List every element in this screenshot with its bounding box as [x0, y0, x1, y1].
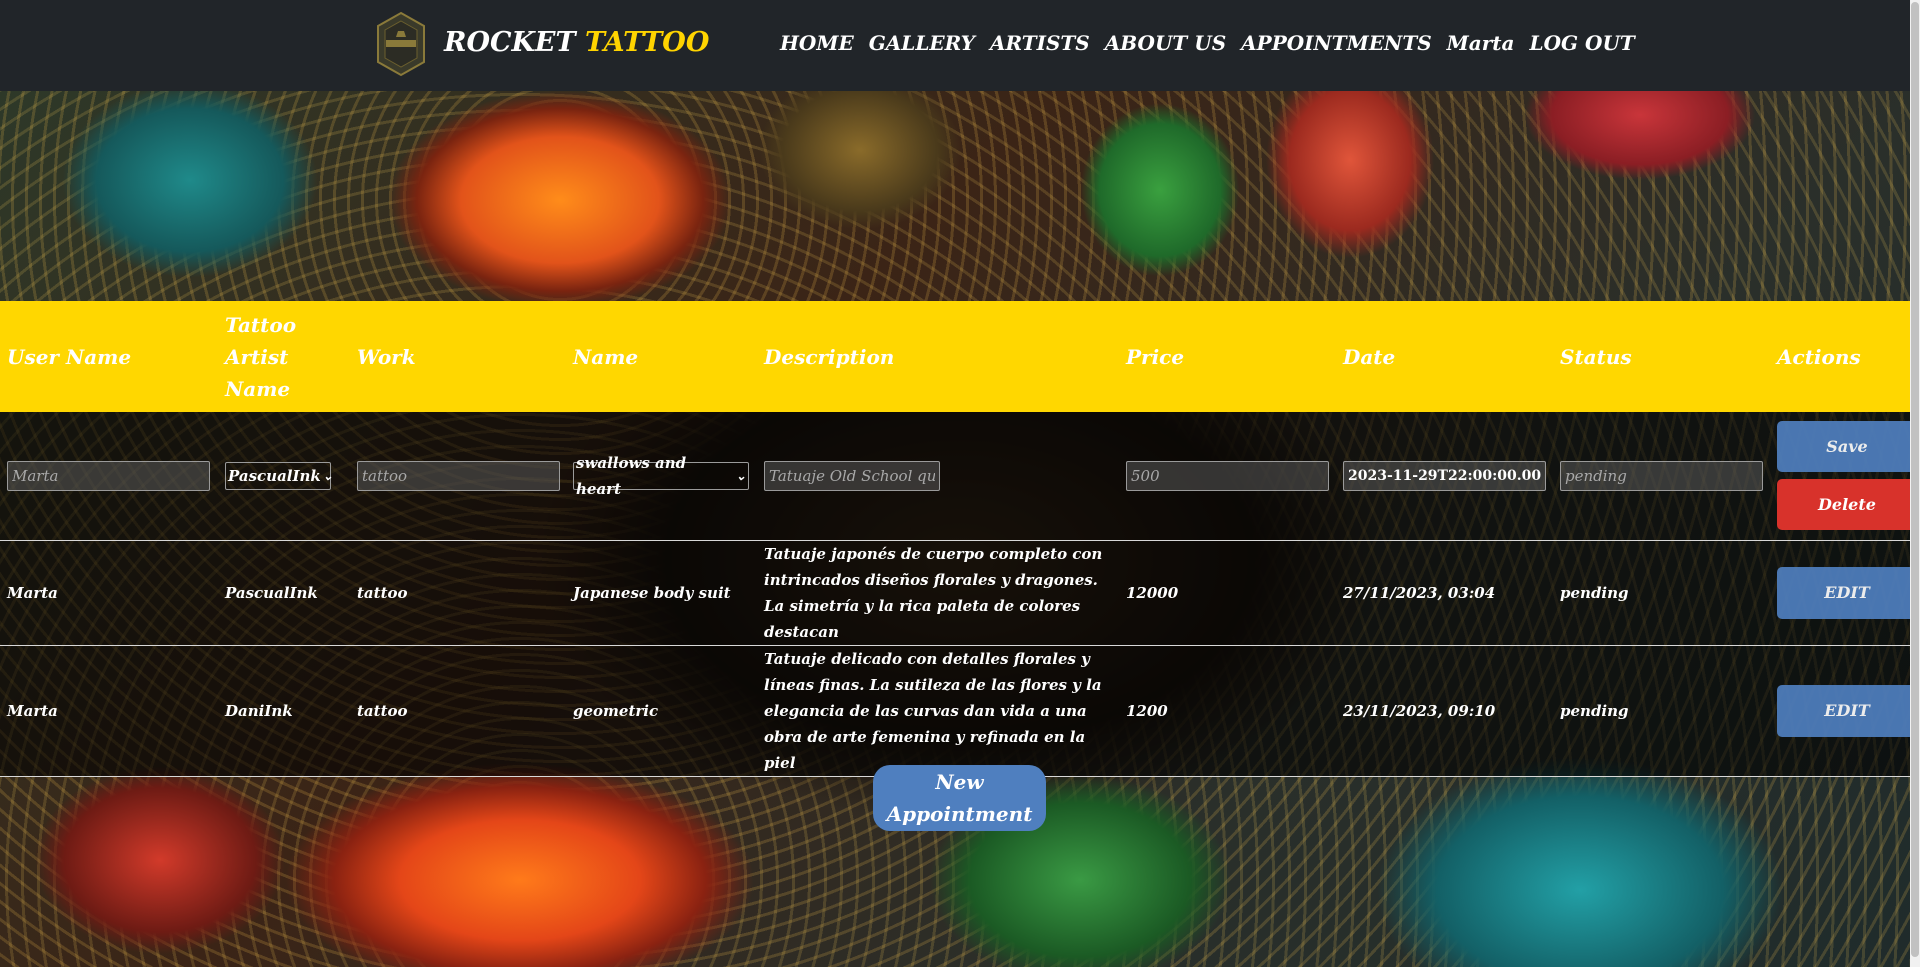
nav-about-us[interactable]: ABOUT US: [1105, 31, 1226, 55]
table-row: Marta PascualInk tattoo Japanese body su…: [0, 540, 1917, 645]
page-scrollbar[interactable]: [1910, 0, 1920, 967]
cell-name: geometric: [573, 701, 659, 720]
col-header-description: Description: [764, 344, 895, 369]
cell-date: 27/11/2023, 03:04: [1343, 583, 1496, 602]
design-name-select[interactable]: swallows and heart ⌄: [573, 454, 749, 498]
artist-select-value: PascualInk: [228, 466, 321, 485]
edit-button[interactable]: EDIT: [1777, 684, 1917, 737]
status-input[interactable]: [1560, 460, 1763, 491]
col-header-artist-name: Tattoo Artist Name: [225, 312, 297, 401]
cell-status: pending: [1560, 701, 1629, 720]
artist-select[interactable]: PascualInk ⌄: [225, 461, 333, 490]
cell-work: tattoo: [357, 583, 408, 602]
brand-name-part2: TATTOO: [585, 27, 710, 58]
price-input[interactable]: [1126, 460, 1329, 491]
col-header-user-name: User Name: [7, 344, 132, 369]
cell-artist: DaniInk: [225, 701, 293, 720]
nav-logout[interactable]: LOG OUT: [1530, 31, 1635, 55]
date-input[interactable]: [1343, 460, 1546, 491]
user-name-input[interactable]: [7, 460, 210, 491]
brand-title[interactable]: ROCKET TATTOO: [444, 27, 709, 58]
cell-description: Tatuaje delicado con detalles florales y…: [764, 649, 1102, 772]
description-input[interactable]: [764, 460, 940, 491]
delete-button[interactable]: Delete: [1777, 479, 1917, 531]
col-header-name: Name: [573, 344, 639, 369]
nav-user-profile[interactable]: Marta: [1447, 31, 1515, 55]
appointments-table: User Name Tattoo Artist Name Work Name D…: [0, 301, 1917, 777]
col-header-work: Work: [357, 344, 416, 369]
nav-gallery[interactable]: GALLERY: [869, 31, 975, 55]
cell-work: tattoo: [357, 701, 408, 720]
nav-appointments[interactable]: APPOINTMENTS: [1241, 31, 1432, 55]
cell-artist: PascualInk: [225, 583, 318, 602]
col-header-actions: Actions: [1777, 344, 1861, 369]
cell-price: 1200: [1126, 701, 1168, 720]
save-button[interactable]: Save: [1777, 421, 1917, 473]
appointments-table-container: User Name Tattoo Artist Name Work Name D…: [0, 301, 1917, 777]
nav-artists[interactable]: ARTISTS: [990, 31, 1090, 55]
cell-user-name: Marta: [7, 583, 58, 602]
work-input[interactable]: [357, 460, 560, 491]
nav-home[interactable]: HOME: [780, 31, 854, 55]
design-name-select-value: swallows and heart: [576, 453, 687, 498]
col-header-status: Status: [1560, 344, 1632, 369]
cell-status: pending: [1560, 583, 1629, 602]
logo-icon[interactable]: [376, 11, 426, 77]
new-appointment-button[interactable]: New Appointment: [873, 765, 1046, 831]
brand-name-part1: ROCKET: [444, 27, 576, 58]
cell-user-name: Marta: [7, 701, 58, 720]
scrollbar-thumb[interactable]: [1911, 2, 1919, 957]
cell-description: Tatuaje japonés de cuerpo completo con i…: [764, 544, 1103, 641]
col-header-date: Date: [1343, 344, 1396, 369]
chevron-down-icon: ⌄: [735, 468, 746, 483]
chevron-down-icon: ⌄: [322, 468, 333, 483]
cell-date: 23/11/2023, 09:10: [1343, 701, 1496, 720]
cell-price: 12000: [1126, 583, 1179, 602]
edit-button[interactable]: EDIT: [1777, 566, 1917, 619]
col-header-price: Price: [1126, 344, 1185, 369]
navbar: ROCKET TATTOO HOME GALLERY ARTISTS ABOUT…: [0, 0, 1920, 91]
cell-name: Japanese body suit: [573, 583, 731, 602]
table-row: Marta DaniInk tattoo geometric Tatuaje d…: [0, 645, 1917, 776]
table-header-row: User Name Tattoo Artist Name Work Name D…: [0, 301, 1910, 412]
nav-links: HOME GALLERY ARTISTS ABOUT US APPOINTMEN…: [780, 31, 1635, 55]
edit-appointment-row: PascualInk ⌄ swallows and heart ⌄ Save: [0, 412, 1917, 540]
